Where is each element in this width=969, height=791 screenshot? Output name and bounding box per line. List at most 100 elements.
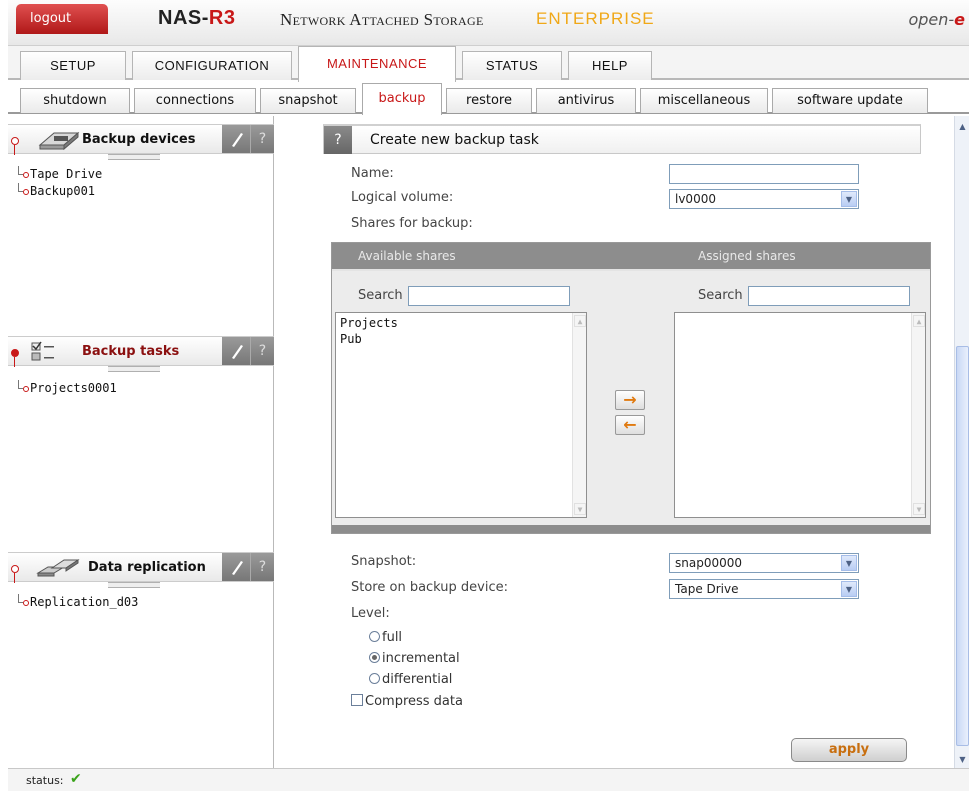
search-label-assigned: Search: [698, 288, 743, 303]
product-name: Network Attached Storage: [280, 10, 484, 29]
tab-setup[interactable]: SETUP: [20, 51, 126, 80]
backup-devices-title: Backup devices: [82, 132, 196, 147]
main-tab-bar: SETUP CONFIGURATION MAINTENANCE STATUS H…: [8, 46, 969, 82]
page-scrollbar[interactable]: ▲ ▼: [954, 116, 969, 768]
tab-configuration[interactable]: CONFIGURATION: [132, 51, 292, 80]
radio-level-full[interactable]: full: [369, 630, 402, 645]
tree-item-label: Replication_d03: [30, 595, 139, 609]
snapshot-select[interactable]: snap00000 ▼: [669, 553, 859, 573]
scroll-up-icon[interactable]: ▲: [574, 315, 586, 327]
scroll-down-icon[interactable]: ▼: [574, 503, 586, 515]
app-frame: logout NAS-R3 Network Attached Storage E…: [8, 0, 969, 791]
name-label: Name:: [351, 166, 394, 181]
remove-share-button[interactable]: ←: [615, 415, 645, 435]
radio-label: incremental: [382, 651, 460, 666]
panel-node-stem: [14, 357, 15, 367]
chevron-down-icon: ▼: [841, 555, 857, 571]
list-scrollbar[interactable]: ▲ ▼: [572, 313, 586, 517]
backup-devices-panel-header[interactable]: Backup devices ?: [8, 124, 274, 155]
replication-icon: [36, 559, 80, 577]
shares-footer: [332, 525, 930, 533]
vendor-prefix: open-: [908, 10, 955, 29]
radio-icon: [369, 652, 380, 663]
radio-label: differential: [382, 672, 453, 687]
tree-item-tape-drive[interactable]: Tape Drive: [18, 166, 102, 183]
subtab-shutdown[interactable]: shutdown: [20, 88, 130, 113]
radio-icon: [369, 673, 380, 684]
tree-item-replication-d03[interactable]: Replication_d03: [18, 594, 138, 611]
data-replication-title: Data replication: [88, 560, 206, 575]
main-content: ? Create new backup task Name: Logical v…: [275, 116, 952, 768]
scroll-down-icon[interactable]: ▼: [913, 503, 925, 515]
panel-node-icon: [11, 349, 19, 357]
help-button[interactable]: ?: [250, 337, 274, 365]
tree-item-projects0001[interactable]: Projects0001: [18, 380, 117, 397]
panel-resize-handle[interactable]: [108, 366, 160, 372]
vendor-logo: open-e: [908, 10, 965, 29]
panel-resize-handle[interactable]: [108, 582, 160, 588]
help-button[interactable]: ?: [250, 125, 274, 153]
brand-name: NAS-: [158, 7, 209, 29]
subtab-backup[interactable]: backup: [362, 83, 442, 115]
brand-logo: NAS-R3: [158, 7, 235, 30]
tab-maintenance[interactable]: MAINTENANCE: [298, 46, 456, 82]
scroll-up-icon[interactable]: ▲: [956, 120, 969, 133]
search-assigned-input[interactable]: [748, 286, 910, 306]
help-button[interactable]: ?: [324, 126, 352, 154]
backup-tasks-panel-header[interactable]: Backup tasks ?: [8, 336, 274, 367]
header-bar: logout NAS-R3 Network Attached Storage E…: [8, 0, 969, 46]
status-label: status:: [26, 774, 64, 787]
list-scrollbar[interactable]: ▲ ▼: [911, 313, 925, 517]
panel-node-stem: [14, 573, 15, 583]
panel-node-stem: [14, 145, 15, 155]
tab-help[interactable]: HELP: [568, 51, 652, 80]
sub-tab-bar: shutdown connections snapshot backup res…: [8, 80, 969, 115]
tree-item-backup001[interactable]: Backup001: [18, 183, 102, 200]
store-device-select[interactable]: Tape Drive ▼: [669, 579, 859, 599]
wrench-icon[interactable]: [229, 130, 245, 148]
scroll-down-icon[interactable]: ▼: [956, 753, 969, 766]
subtab-connections[interactable]: connections: [134, 88, 256, 113]
available-shares-list[interactable]: Projects Pub ▲ ▼: [335, 312, 587, 518]
wrench-icon[interactable]: [229, 558, 245, 576]
select-value: Tape Drive: [675, 582, 739, 596]
tab-status[interactable]: STATUS: [462, 51, 562, 80]
search-available-input[interactable]: [408, 286, 570, 306]
subtab-restore[interactable]: restore: [446, 88, 532, 113]
select-value: snap00000: [675, 556, 743, 570]
panel-tools: ?: [222, 337, 274, 365]
snapshot-label: Snapshot:: [351, 554, 417, 569]
help-button[interactable]: ?: [250, 553, 274, 581]
add-share-button[interactable]: →: [615, 390, 645, 410]
tree-item-label: Projects0001: [30, 381, 117, 395]
radio-level-differential[interactable]: differential: [369, 672, 452, 687]
store-device-label: Store on backup device:: [351, 580, 509, 595]
scroll-up-icon[interactable]: ▲: [913, 315, 925, 327]
name-input[interactable]: [669, 164, 859, 184]
subtab-snapshot[interactable]: snapshot: [260, 88, 356, 113]
available-shares-header: Available shares: [358, 249, 456, 263]
logout-button[interactable]: logout: [16, 4, 108, 34]
subtab-software-update[interactable]: software update: [772, 88, 928, 113]
logical-volume-select[interactable]: lv0000 ▼: [669, 189, 859, 209]
backup-devices-tree: Tape Drive Backup001: [18, 166, 102, 200]
panel-node-icon: [11, 565, 19, 573]
data-replication-panel-header[interactable]: Data replication ?: [8, 552, 274, 583]
scrollbar-thumb[interactable]: [956, 346, 969, 746]
panel-resize-handle[interactable]: [108, 154, 160, 160]
panel-tools: ?: [222, 553, 274, 581]
wrench-icon[interactable]: [229, 342, 245, 360]
radio-label: full: [382, 630, 403, 645]
list-item-pub[interactable]: Pub: [340, 331, 582, 347]
checkbox-label: Compress data: [365, 694, 463, 709]
list-item-projects[interactable]: Projects: [340, 315, 582, 331]
apply-button[interactable]: apply: [791, 738, 907, 762]
data-replication-tree: Replication_d03: [18, 594, 138, 611]
radio-level-incremental[interactable]: incremental: [369, 651, 460, 666]
panel-tools: ?: [222, 125, 274, 153]
assigned-shares-list[interactable]: ▲ ▼: [674, 312, 926, 518]
shares-header: Available shares Assigned shares: [332, 243, 930, 271]
subtab-miscellaneous[interactable]: miscellaneous: [640, 88, 768, 113]
compress-data-checkbox[interactable]: Compress data: [351, 694, 463, 709]
subtab-antivirus[interactable]: antivirus: [536, 88, 636, 113]
